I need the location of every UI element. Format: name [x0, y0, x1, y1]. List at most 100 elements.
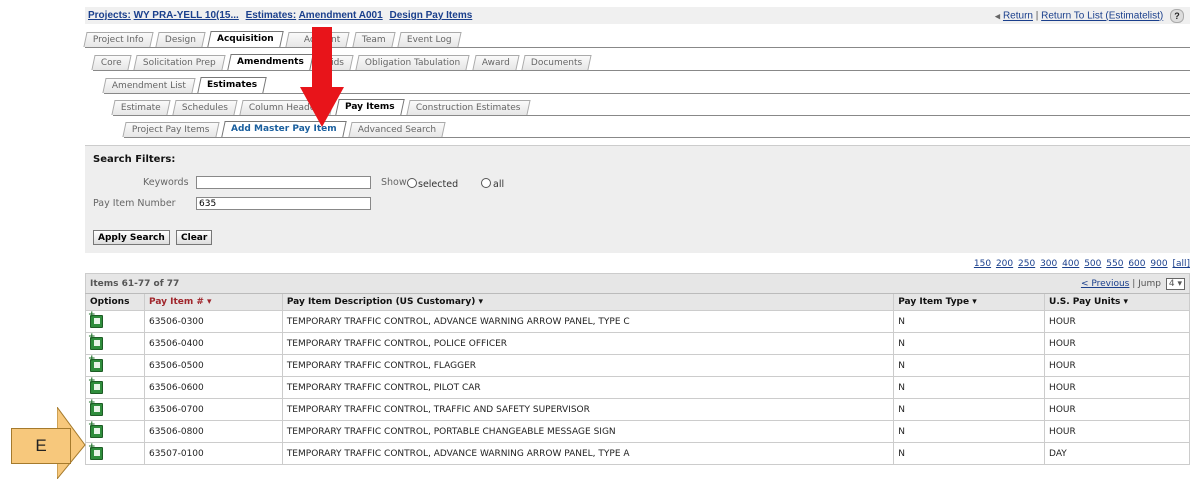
page-size-link[interactable]: 400 [1062, 259, 1079, 269]
return-to-list-link[interactable]: Return To List (Estimatelist) [1041, 11, 1163, 22]
page-size-link[interactable]: 150 [974, 259, 991, 269]
add-item-icon[interactable] [88, 420, 103, 438]
table-row: 63506-0600 TEMPORARY TRAFFIC CONTROL, PI… [85, 376, 1190, 399]
cell-type: N [893, 354, 1046, 377]
breadcrumb-project-link[interactable]: WY PRA-YELL 10(15... [134, 10, 239, 21]
cell-unit: HOUR [1044, 310, 1190, 333]
tab-event-log[interactable]: Event Log [396, 32, 461, 47]
tab-estimates[interactable]: Estimates [197, 77, 268, 93]
tabs-pay-items: Project Pay Items Add Master Pay Item Ad… [122, 121, 1190, 138]
tab-schedules[interactable]: Schedules [172, 100, 238, 115]
cell-pay-item-number: 63506-0700 [143, 398, 283, 421]
page-size-link[interactable]: 600 [1128, 259, 1145, 269]
red-down-arrow-annotation [300, 27, 344, 127]
table-row: 63507-0100 TEMPORARY TRAFFIC CONTROL, AD… [85, 442, 1190, 465]
cell-unit: DAY [1044, 442, 1190, 465]
show-all-label: all [493, 179, 505, 190]
col-description[interactable]: Pay Item Description (US Customary) ▾ [281, 293, 895, 311]
chevron-down-icon: ▾ [1177, 278, 1182, 289]
page-size-link[interactable]: 200 [996, 259, 1013, 269]
col-pay-item-number[interactable]: Pay Item # ▾ [143, 293, 283, 311]
keywords-label: Keywords [143, 177, 189, 188]
tab-team[interactable]: Team [351, 32, 395, 47]
tab-award[interactable]: Award [472, 55, 520, 70]
cell-description: TEMPORARY TRAFFIC CONTROL, ADVANCE WARNI… [281, 442, 895, 465]
tabs-main: Project Info Design Acquisition Account … [83, 31, 1190, 48]
add-item-icon[interactable] [88, 442, 103, 460]
tab-project-info[interactable]: Project Info [83, 32, 154, 47]
link-separator: | [1035, 10, 1039, 22]
add-item-icon[interactable] [88, 354, 103, 372]
cell-description: TEMPORARY TRAFFIC CONTROL, PILOT CAR [281, 376, 895, 399]
clear-button[interactable]: Clear [176, 230, 213, 245]
pager: < Previous | Jump 4 ▾ [1044, 273, 1190, 294]
pay-item-number-input[interactable]: 635 [196, 197, 371, 210]
page-size-link[interactable]: 900 [1150, 259, 1167, 269]
table-header-row: Options Pay Item # ▾ Pay Item Descriptio… [85, 293, 1190, 311]
table-row: 63506-0400 TEMPORARY TRAFFIC CONTROL, PO… [85, 332, 1190, 355]
breadcrumb-estimates-link[interactable]: Estimates: [246, 10, 297, 21]
cell-description: TEMPORARY TRAFFIC CONTROL, POLICE OFFICE… [281, 332, 895, 355]
show-selected-label: selected [418, 179, 459, 190]
tabs-amendment: Amendment List Estimates [102, 77, 1190, 94]
table-row: 63506-0300 TEMPORARY TRAFFIC CONTROL, AD… [85, 310, 1190, 333]
col-options: Options [85, 293, 145, 311]
tabs-acquisition: Core Solicitation Prep Amendments Bids O… [91, 54, 1190, 71]
tab-project-pay-items[interactable]: Project Pay Items [122, 122, 220, 137]
tab-construction-estimates[interactable]: Construction Estimates [406, 100, 531, 115]
cell-unit: HOUR [1044, 376, 1190, 399]
page-size-link[interactable]: 550 [1106, 259, 1123, 269]
tab-documents[interactable]: Documents [521, 55, 592, 70]
page-size-link[interactable]: [all] [1172, 259, 1190, 269]
step-e-callout: E [11, 428, 71, 464]
add-item-icon[interactable] [88, 332, 103, 350]
breadcrumb-page-link[interactable]: Design Pay Items [389, 10, 472, 21]
cell-pay-item-number: 63506-0300 [143, 310, 283, 333]
tab-amendment-list[interactable]: Amendment List [102, 78, 196, 93]
return-arrow-icon: ◀ [994, 13, 1001, 21]
help-icon[interactable]: ? [1170, 9, 1184, 23]
page-size-link[interactable]: 500 [1084, 259, 1101, 269]
apply-search-button[interactable]: Apply Search [93, 230, 170, 245]
page-size-link[interactable]: 250 [1018, 259, 1035, 269]
breadcrumb: Projects: WY PRA-YELL 10(15... Estimates… [88, 10, 472, 21]
breadcrumb-amendment-link[interactable]: Amendment A001 [299, 10, 383, 21]
table-row: 63506-0700 TEMPORARY TRAFFIC CONTROL, TR… [85, 398, 1190, 421]
breadcrumb-projects-link[interactable]: Projects: [88, 10, 131, 21]
cell-pay-item-number: 63506-0600 [143, 376, 283, 399]
cell-type: N [893, 310, 1046, 333]
col-us-pay-units[interactable]: U.S. Pay Units ▾ [1044, 293, 1190, 311]
show-label: Show [381, 177, 407, 188]
col-pay-item-type[interactable]: Pay Item Type ▾ [893, 293, 1046, 311]
show-selected-radio[interactable] [407, 178, 417, 188]
jump-select[interactable]: 4 ▾ [1165, 277, 1185, 290]
add-item-icon[interactable] [88, 376, 103, 394]
cell-type: N [893, 332, 1046, 355]
table-row: 63506-0500 TEMPORARY TRAFFIC CONTROL, FL… [85, 354, 1190, 377]
add-item-icon[interactable] [88, 398, 103, 416]
tab-acquisition[interactable]: Acquisition [207, 31, 284, 47]
search-filters-panel: Search Filters: Keywords Show selected a… [85, 145, 1190, 253]
add-item-icon[interactable] [88, 310, 103, 328]
tab-solicitation-prep[interactable]: Solicitation Prep [133, 55, 226, 70]
previous-page-link[interactable]: < Previous [1081, 279, 1129, 289]
items-count: Items 61-77 of 77 [84, 273, 1045, 294]
keywords-input[interactable] [196, 176, 371, 189]
tab-estimate[interactable]: Estimate [111, 100, 171, 115]
tab-obligation-tabulation[interactable]: Obligation Tabulation [355, 55, 471, 70]
tab-advanced-search[interactable]: Advanced Search [347, 122, 446, 137]
cell-pay-item-number: 63506-0800 [143, 420, 283, 443]
search-filters-title: Search Filters: [93, 154, 176, 165]
cell-description: TEMPORARY TRAFFIC CONTROL, TRAFFIC AND S… [281, 398, 895, 421]
table-count-row: Items 61-77 of 77 < Previous | Jump 4 ▾ [84, 273, 1190, 294]
top-right-links: ◀ Return | Return To List (Estimatelist)… [995, 9, 1184, 23]
tab-design[interactable]: Design [155, 32, 206, 47]
cell-pay-item-number: 63507-0100 [143, 442, 283, 465]
cell-type: N [893, 398, 1046, 421]
return-link[interactable]: Return [1003, 11, 1033, 22]
cell-description: TEMPORARY TRAFFIC CONTROL, ADVANCE WARNI… [281, 310, 895, 333]
show-all-radio[interactable] [481, 178, 491, 188]
pay-item-number-label: Pay Item Number [93, 198, 176, 209]
tab-core[interactable]: Core [91, 55, 132, 70]
page-size-link[interactable]: 300 [1040, 259, 1057, 269]
